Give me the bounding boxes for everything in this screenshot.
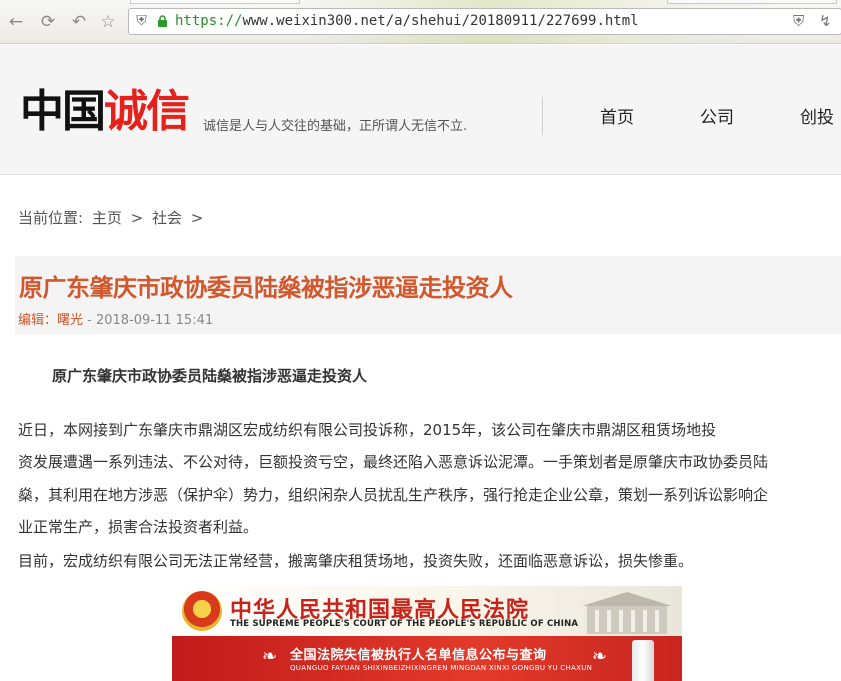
article-paragraph-line: 燊，其利用在地方涉恶（保护伞）势力，组织闲杂人员扰乱生产秩序，强行抢走企业公章，… — [18, 486, 769, 504]
url-text[interactable]: https://www.weixin300.net/a/shehui/20180… — [175, 13, 639, 29]
breadcrumb-separator: > — [190, 209, 204, 227]
breadcrumb-separator: > — [130, 209, 144, 227]
article-date: - 2018-09-11 15:41 — [87, 313, 214, 328]
nav-item-home[interactable]: 首页 — [600, 103, 634, 128]
breadcrumb-home-link[interactable]: 主页 — [92, 209, 122, 227]
article-header: 原广东肇庆市政协委员陆燊被指涉恶逼走投资人 编辑：曙光 - 2018-09-11… — [15, 256, 841, 334]
court-name-en: THE SUPREME PEOPLE'S COURT OF THE PEOPLE… — [230, 619, 579, 629]
lock-icon[interactable] — [157, 15, 168, 27]
query-title-pinyin: QUANGUO FAYUAN SHIXINBEIZHIXINGREN MINGD… — [290, 664, 593, 672]
shield-icon[interactable]: ⛨ — [133, 13, 150, 30]
article-subheading: 原广东肇庆市政协委员陆燊被指涉恶逼走投资人 — [52, 367, 368, 385]
national-emblem-icon — [182, 591, 222, 631]
dove-icon: ❧ — [262, 646, 278, 667]
star-icon[interactable]: ☆ — [97, 11, 119, 33]
logo-text-black: 中国 — [20, 86, 106, 137]
court-building-icon — [582, 592, 672, 634]
tab-edge-left — [130, 0, 300, 4]
site-slogan: 诚信是人与人交往的基础，正所谓人无信不立. — [203, 119, 468, 134]
address-bar[interactable]: ⛨ https://www.weixin300.net/a/shehui/201… — [128, 8, 841, 35]
url-path: www.weixin300.net/a/shehui/20180911/2276… — [242, 13, 639, 29]
undo-icon[interactable]: ↶ — [68, 11, 90, 33]
dove-icon: ❧ — [592, 646, 608, 667]
court-banner-bottom: ❧ 全国法院失信被执行人名单信息公布与查询 QUANGUO FAYUAN SHI… — [172, 636, 682, 681]
breadcrumb-prefix: 当前位置: — [18, 209, 84, 227]
url-scheme: https:// — [175, 13, 243, 29]
article-title: 原广东肇庆市政协委员陆燊被指涉恶逼走投资人 — [19, 274, 513, 302]
court-banner-top: 中华人民共和国最高人民法院 THE SUPREME PEOPLE'S COURT… — [172, 586, 682, 636]
article-paragraph-line: 资发展遭遇一系列违法、不公对待，巨额投资亏空，最终还陷入恶意诉讼泥潭。一手策划者… — [18, 453, 769, 471]
tracking-shield-icon[interactable]: ⛨ — [793, 12, 804, 30]
nav-item-company[interactable]: 公司 — [700, 103, 734, 128]
logo-text-red: 诚信 — [104, 86, 190, 137]
lightning-icon[interactable]: ↯ — [819, 12, 832, 30]
article-editor: 编辑：曙光 — [18, 313, 84, 328]
site-header: 中国诚信 诚信是人与人交往的基础，正所谓人无信不立. 首页 公司 创投 — [0, 45, 841, 175]
breadcrumb-society-link[interactable]: 社会 — [152, 209, 182, 227]
court-banner-image[interactable]: 中华人民共和国最高人民法院 THE SUPREME PEOPLE'S COURT… — [172, 586, 682, 681]
browser-toolbar: ← ⟳ ↶ ☆ ⛨ https://www.weixin300.net/a/sh… — [0, 0, 841, 44]
site-logo[interactable]: 中国诚信 — [20, 86, 190, 137]
article-meta: 编辑：曙光 - 2018-09-11 15:41 — [18, 309, 213, 328]
query-title-cn: 全国法院失信被执行人名单信息公布与查询 — [290, 648, 547, 663]
article-paragraph-line: 业正常生产，损害合法投资者利益。 — [18, 518, 259, 536]
nav-item-venture[interactable]: 创投 — [800, 103, 834, 128]
reload-icon[interactable]: ⟳ — [37, 11, 59, 33]
article-paragraph-line: 目前，宏成纺织有限公司无法正常经营，搬离肇庆租赁场地，投资失败，还面临恶意诉讼，… — [18, 552, 694, 570]
huabiao-pillar-icon — [632, 640, 654, 681]
back-icon[interactable]: ← — [5, 11, 27, 33]
header-divider — [542, 97, 543, 135]
tab-edge-right — [667, 0, 837, 4]
article-paragraph-line: 近日，本网接到广东肇庆市鼎湖区宏成纺织有限公司投诉称，2015年，该公司在肇庆市… — [18, 421, 717, 439]
breadcrumb: 当前位置: 主页 > 社会 > — [18, 207, 207, 228]
